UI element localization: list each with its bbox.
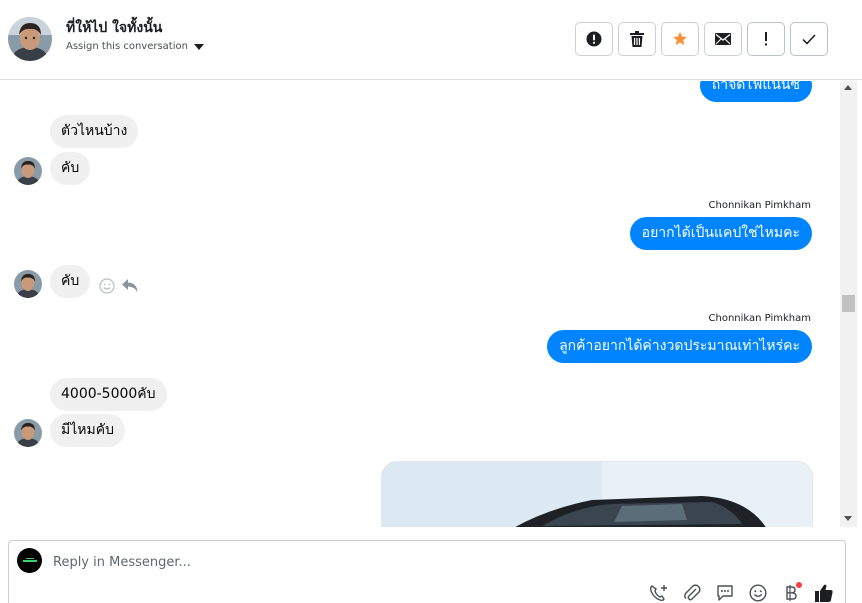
- star-button[interactable]: [661, 22, 699, 56]
- trash-icon: [630, 31, 644, 47]
- composer-toolbar: [648, 582, 835, 603]
- call-button[interactable]: [648, 583, 670, 603]
- messenger-conversation: ที่ให้ไป ใจทั้งนั้น Assign this conversa…: [0, 0, 862, 603]
- message-actions: [99, 278, 138, 294]
- like-button[interactable]: [813, 583, 835, 603]
- scroll-thumb[interactable]: [842, 295, 855, 312]
- react-smiley-icon[interactable]: [99, 278, 115, 294]
- mark-unread-button[interactable]: [704, 22, 742, 56]
- car-image: [382, 462, 812, 527]
- reply-composer: [8, 540, 846, 603]
- message-thread: ถ้าจัดไฟแนนซ์ ตัวไหนบ้าง คับ Chonnikan P…: [0, 81, 840, 527]
- message-bubble-in[interactable]: คับ: [50, 152, 91, 185]
- exclamation-icon: [765, 32, 767, 46]
- thumbs-up-icon: [815, 584, 833, 602]
- chat-bubble-icon: [717, 585, 733, 601]
- assign-conversation-dropdown[interactable]: Assign this conversation: [66, 41, 204, 52]
- scroll-up-arrow-icon[interactable]: [844, 85, 852, 90]
- contact-avatar[interactable]: [8, 17, 52, 61]
- saved-replies-button[interactable]: [714, 583, 736, 603]
- reply-input[interactable]: [53, 551, 753, 573]
- car-photo-attachment[interactable]: [381, 461, 813, 527]
- delete-button[interactable]: [618, 22, 656, 56]
- follow-up-button[interactable]: [747, 22, 785, 56]
- message-bubble-in[interactable]: 4000-5000คับ: [50, 378, 167, 411]
- caret-down-icon: [193, 43, 204, 50]
- message-bubble-out[interactable]: อยากได้เป็นแคปใช่ไหมคะ: [629, 217, 812, 250]
- emoji-button[interactable]: [747, 583, 769, 603]
- reply-arrow-icon[interactable]: [122, 279, 138, 293]
- sender-name: Chonnikan Pimkham: [708, 200, 811, 211]
- contact-name[interactable]: ที่ให้ไป ใจทั้งนั้น: [66, 17, 162, 39]
- conversation-header: ที่ให้ไป ใจทั้งนั้น Assign this conversa…: [0, 0, 862, 80]
- envelope-icon: [715, 33, 731, 45]
- paperclip-icon: [684, 584, 701, 601]
- scroll-down-arrow-icon[interactable]: [844, 516, 852, 521]
- message-bubble-out[interactable]: ถ้าจัดไฟแนนซ์: [699, 81, 812, 102]
- check-icon: [802, 33, 816, 45]
- notification-dot: [796, 582, 802, 588]
- sender-avatar: [14, 157, 42, 185]
- smiley-icon: [749, 584, 767, 602]
- mark-done-button[interactable]: [790, 22, 828, 56]
- alert-circle-icon: [586, 31, 602, 47]
- message-bubble-out[interactable]: ลูกค้าอยากได้ค่างวดประมาณเท่าไหร่คะ: [547, 330, 812, 363]
- message-bubble-in[interactable]: คับ: [50, 265, 91, 298]
- assign-label: Assign this conversation: [66, 41, 188, 52]
- sender-avatar: [14, 419, 42, 447]
- sender-name: Chonnikan Pimkham: [708, 313, 811, 324]
- star-icon: [673, 32, 687, 46]
- thread-scrollbar[interactable]: [840, 81, 857, 527]
- sender-avatar: [14, 270, 42, 298]
- conversation-actions: [575, 22, 828, 56]
- spam-button[interactable]: [575, 22, 613, 56]
- payment-button[interactable]: [780, 582, 802, 603]
- message-bubble-in[interactable]: มีไหมคับ: [50, 414, 125, 447]
- attach-button[interactable]: [681, 583, 703, 603]
- page-avatar: [17, 548, 42, 573]
- message-bubble-in[interactable]: ตัวไหนบ้าง: [50, 115, 139, 148]
- phone-plus-icon: [649, 585, 667, 602]
